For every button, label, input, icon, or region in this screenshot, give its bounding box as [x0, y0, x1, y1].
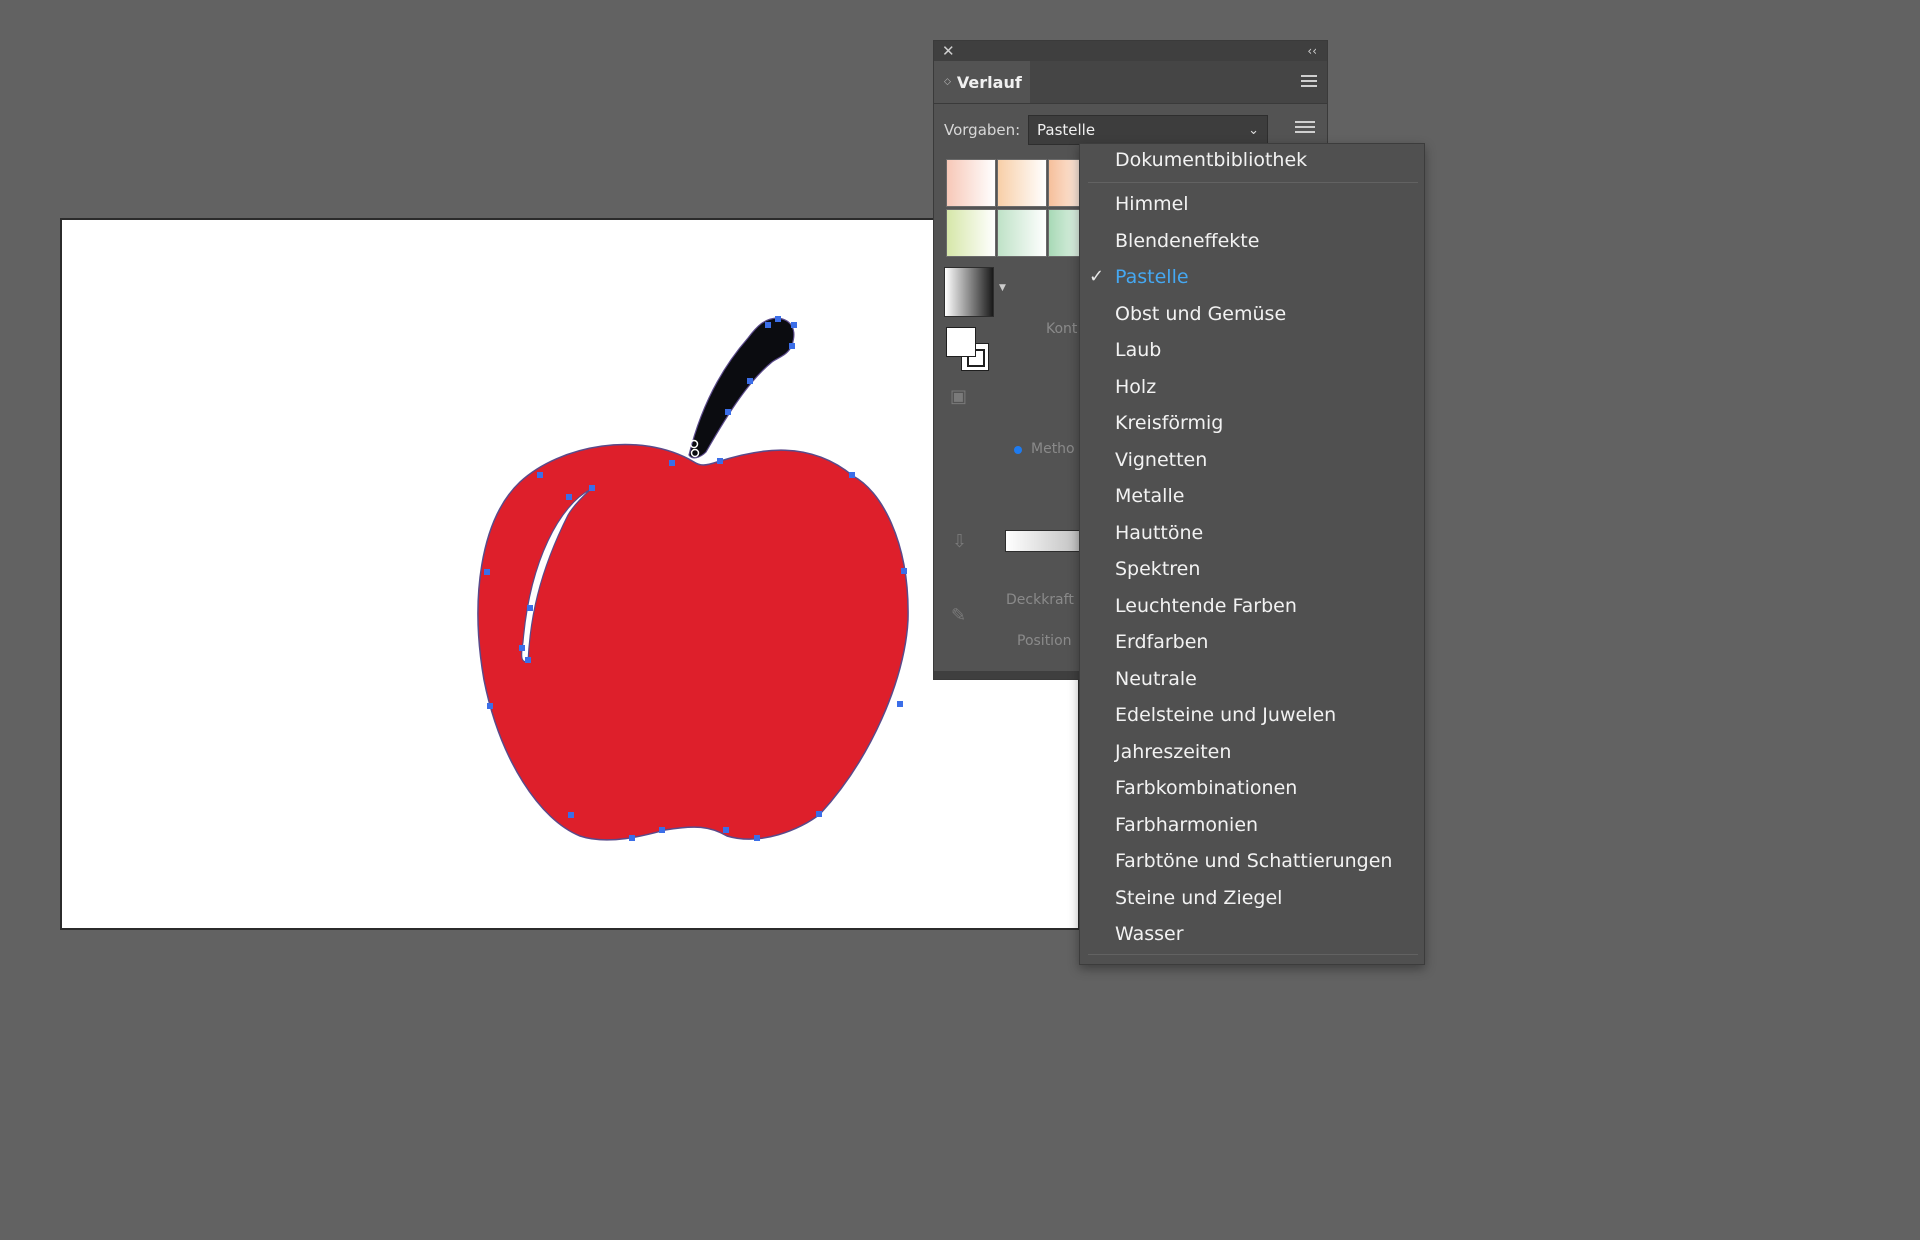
- menu-item-label: Kreisförmig: [1115, 412, 1224, 434]
- method-label: Metho: [1031, 441, 1075, 457]
- menu-item-label: Himmel: [1115, 193, 1189, 215]
- presets-value: Pastelle: [1037, 121, 1096, 139]
- gradient-preview[interactable]: [944, 267, 994, 317]
- menu-item-label: Vignetten: [1115, 448, 1208, 471]
- menu-item-label: Steine und Ziegel: [1115, 886, 1283, 909]
- position-label: Position: [1017, 633, 1072, 649]
- menu-item-label: Blendeneffekte: [1115, 229, 1260, 252]
- menu-item-neutrale[interactable]: Neutrale: [1080, 663, 1424, 695]
- collapse-panel-icon[interactable]: ‹‹: [1307, 42, 1317, 60]
- gradient-swatch[interactable]: [997, 209, 1047, 257]
- menu-item-hauttöne[interactable]: Hauttöne: [1080, 517, 1424, 549]
- tab-label: Verlauf: [956, 72, 1022, 92]
- menu-item-farbtöne-und-schattierungen[interactable]: Farbtöne und Schattierungen: [1080, 845, 1424, 877]
- tab-reorder-icon: ◇: [944, 76, 951, 87]
- fill-swatch[interactable]: [946, 327, 976, 357]
- download-icon: ⇩: [952, 531, 968, 552]
- gradient-swatch[interactable]: [997, 159, 1047, 207]
- menu-item-label: Farbtöne und Schattierungen: [1115, 850, 1393, 872]
- menu-item-label: Erdfarben: [1115, 631, 1209, 653]
- menu-item-wasser[interactable]: Wasser: [1080, 918, 1424, 950]
- menu-item-label: Laub: [1115, 339, 1162, 361]
- menu-item-leuchtende-farben[interactable]: Leuchtende Farben: [1080, 590, 1424, 622]
- chevron-down-icon: ⌄: [1248, 122, 1259, 138]
- menu-item-vignetten[interactable]: Vignetten: [1080, 444, 1424, 476]
- contour-label: Kont: [1046, 321, 1078, 337]
- menu-item-label: Leuchtende Farben: [1115, 594, 1297, 617]
- menu-item-steine-und-ziegel[interactable]: Steine und Ziegel: [1080, 882, 1424, 914]
- menu-item-dokumentbibliothek[interactable]: Dokumentbibliothek: [1080, 144, 1424, 176]
- menu-item-holz[interactable]: Holz: [1080, 371, 1424, 403]
- apple-body[interactable]: [477, 443, 909, 841]
- presets-row: Vorgaben: Pastelle ⌄: [944, 114, 1268, 146]
- menu-item-farbharmonien[interactable]: Farbharmonien: [1080, 809, 1424, 841]
- menu-item-edelsteine-und-juwelen[interactable]: Edelsteine und Juwelen: [1080, 699, 1424, 731]
- menu-item-label: Neutrale: [1115, 667, 1197, 690]
- menu-item-blendeneffekte[interactable]: Blendeneffekte: [1080, 225, 1424, 257]
- gradient-swatch[interactable]: [946, 159, 996, 207]
- menu-item-label: Wasser: [1115, 923, 1184, 945]
- method-radio[interactable]: [1014, 446, 1022, 454]
- menu-item-label: Holz: [1115, 375, 1157, 398]
- menu-item-label: Edelsteine und Juwelen: [1115, 704, 1337, 726]
- menu-item-pastelle[interactable]: ✓ Pastelle: [1080, 261, 1424, 293]
- menu-item-label: Pastelle: [1115, 266, 1189, 288]
- eyedropper-icon: ✎: [951, 605, 967, 626]
- panel-titlebar: ✕ ‹‹: [934, 41, 1327, 61]
- presets-dropdown[interactable]: Pastelle ⌄: [1028, 115, 1268, 145]
- menu-item-erdfarben[interactable]: Erdfarben: [1080, 626, 1424, 658]
- presets-menu: Dokumentbibliothek Himmel Blendeneffekte ✓…: [1079, 143, 1425, 965]
- close-icon[interactable]: ✕: [942, 42, 955, 60]
- menu-item-label: Obst und Gemüse: [1115, 302, 1287, 325]
- list-view-icon[interactable]: [1295, 121, 1315, 136]
- menu-item-kreisförmig[interactable]: Kreisförmig: [1080, 407, 1424, 439]
- menu-item-himmel[interactable]: Himmel: [1080, 188, 1424, 220]
- menu-item-spektren[interactable]: Spektren: [1080, 553, 1424, 585]
- menu-separator: [1088, 954, 1418, 955]
- caret-down-icon[interactable]: ▼: [999, 283, 1006, 293]
- menu-item-label: Metalle: [1115, 485, 1185, 507]
- menu-item-label: Farbharmonien: [1115, 813, 1259, 836]
- menu-item-farbkombinationen[interactable]: Farbkombinationen: [1080, 772, 1424, 804]
- gradient-swatch[interactable]: [946, 209, 996, 257]
- opacity-label: Deckkraft: [1006, 592, 1074, 608]
- menu-item-label: Jahreszeiten: [1115, 740, 1232, 763]
- menu-item-laub[interactable]: Laub: [1080, 334, 1424, 366]
- menu-item-metalle[interactable]: Metalle: [1080, 480, 1424, 512]
- menu-item-label: Spektren: [1115, 558, 1201, 580]
- panel-menu-icon[interactable]: [1301, 75, 1317, 90]
- checkmark-icon: ✓: [1089, 266, 1105, 287]
- menu-item-jahreszeiten[interactable]: Jahreszeiten: [1080, 736, 1424, 768]
- presets-label: Vorgaben:: [944, 121, 1021, 139]
- menu-separator: [1088, 182, 1418, 183]
- tab-verlauf[interactable]: ◇ Verlauf: [934, 61, 1030, 103]
- gradient-type-icon: ▣: [950, 386, 968, 407]
- workspace: ✕ ‹‹ ◇ Verlauf Vorgaben: Pastelle ⌄ ▼ ▣ …: [0, 0, 1920, 1240]
- menu-item-obst-und-gemüse[interactable]: Obst und Gemüse: [1080, 298, 1424, 330]
- menu-item-label: Farbkombinationen: [1115, 777, 1298, 799]
- panel-tabbar: ◇ Verlauf: [934, 61, 1327, 104]
- menu-item-label: Hauttöne: [1115, 521, 1204, 544]
